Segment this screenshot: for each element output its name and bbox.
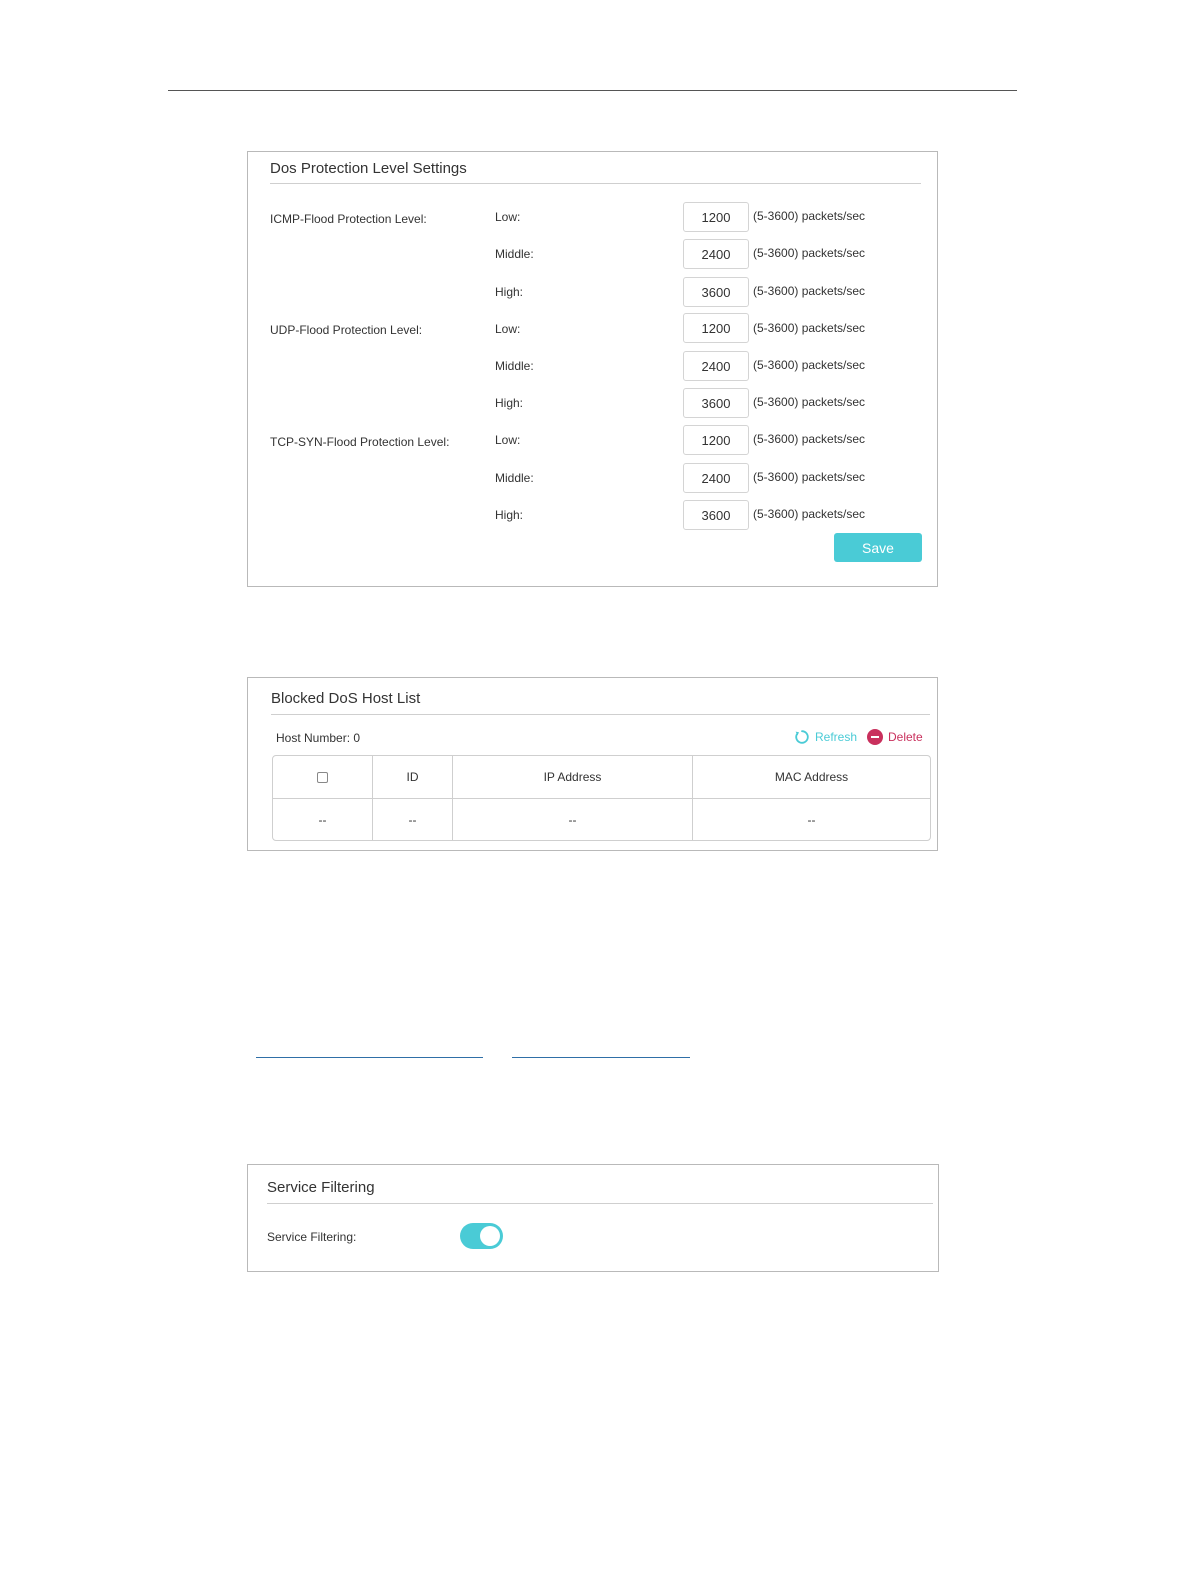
table-cell: --: [807, 812, 816, 827]
panel-title: Dos Protection Level Settings: [270, 160, 467, 177]
host-number: Host Number: 0: [276, 731, 361, 745]
panel-title: Service Filtering: [267, 1179, 375, 1196]
icmp-low-input[interactable]: [683, 202, 749, 232]
refresh-icon: [795, 730, 809, 744]
title-divider: [270, 183, 921, 184]
tcp-low-label: Low:: [495, 433, 521, 447]
udp-middle-label: Middle:: [495, 359, 534, 373]
range-note: (5-3600) packets/sec: [753, 432, 866, 446]
udp-low-label: Low:: [495, 322, 521, 336]
icmp-middle-label: Middle:: [495, 247, 534, 261]
udp-high-input[interactable]: [683, 388, 749, 418]
select-all-header: [273, 756, 373, 799]
icmp-high-input[interactable]: [683, 277, 749, 307]
icmp-high-label: High:: [495, 285, 524, 299]
select-all-checkbox[interactable]: [317, 772, 328, 784]
range-note: (5-3600) packets/sec: [753, 395, 866, 409]
column-header: MAC Address: [693, 756, 930, 799]
range-note: (5-3600) packets/sec: [753, 284, 866, 298]
delete-button[interactable]: Delete: [867, 729, 923, 745]
range-note: (5-3600) packets/sec: [753, 246, 866, 260]
table-header-row: ID IP Address MAC Address: [273, 756, 930, 799]
udp-high-label: High:: [495, 396, 524, 410]
dos-protection-panel: Dos Protection Level Settings ICMP-Flood…: [247, 151, 938, 587]
refresh-label: Refresh: [815, 730, 858, 744]
tcp-middle-label: Middle:: [495, 471, 534, 485]
service-filtering-label: Service Filtering:: [267, 1230, 357, 1244]
table-cell: --: [273, 799, 373, 840]
delete-label: Delete: [888, 730, 923, 744]
panel-title: Blocked DoS Host List: [271, 690, 421, 707]
udp-low-input[interactable]: [683, 313, 749, 343]
tcp-middle-input[interactable]: [683, 463, 749, 493]
service-filtering-panel: Service Filtering Service Filtering:: [247, 1164, 939, 1272]
delete-icon: [867, 729, 883, 745]
icmp-flood-label: ICMP-Flood Protection Level:: [270, 212, 427, 226]
refresh-button[interactable]: Refresh: [794, 729, 857, 745]
page-header-rule: [168, 90, 1017, 91]
tcp-syn-flood-label: TCP-SYN-Flood Protection Level:: [270, 435, 450, 449]
icmp-low-label: Low:: [495, 210, 521, 224]
title-divider: [271, 714, 930, 715]
range-note: (5-3600) packets/sec: [753, 321, 866, 335]
save-button[interactable]: Save: [834, 533, 922, 562]
range-note: (5-3600) packets/sec: [753, 507, 866, 521]
toggle-knob: [480, 1226, 500, 1246]
tcp-low-input[interactable]: [683, 425, 749, 455]
table-row: -- -- -- --: [273, 799, 930, 840]
host-table: ID IP Address MAC Address -- -- -- --: [272, 755, 931, 841]
udp-middle-input[interactable]: [683, 351, 749, 381]
blocked-host-list-panel: Blocked DoS Host List Host Number: 0 Ref…: [247, 677, 938, 851]
tcp-high-label: High:: [495, 508, 524, 522]
udp-flood-label: UDP-Flood Protection Level:: [270, 323, 423, 337]
range-note: (5-3600) packets/sec: [753, 470, 866, 484]
column-header: ID: [373, 756, 453, 799]
icmp-middle-input[interactable]: [683, 239, 749, 269]
link-underline[interactable]: [512, 1057, 690, 1058]
table-cell: --: [373, 799, 453, 840]
table-cell: --: [453, 799, 693, 840]
service-filtering-toggle[interactable]: [460, 1223, 503, 1249]
range-note: (5-3600) packets/sec: [753, 209, 866, 223]
tcp-high-input[interactable]: [683, 500, 749, 530]
range-note: (5-3600) packets/sec: [753, 358, 866, 372]
link-underline[interactable]: [256, 1057, 483, 1058]
column-header: IP Address: [453, 756, 693, 799]
title-divider: [267, 1203, 933, 1204]
